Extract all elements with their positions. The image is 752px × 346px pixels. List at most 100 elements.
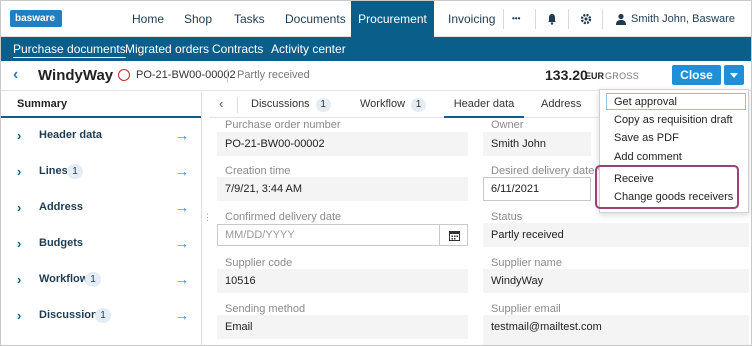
supplier-title: WindyWay (38, 67, 114, 84)
tab-discussions[interactable]: Discussions 1 (251, 92, 331, 118)
summary-tab-label: Summary (17, 98, 68, 110)
tab-label: Workflow (360, 98, 406, 110)
drag-handle-icon[interactable]: ⋮ (203, 212, 212, 223)
back-chevron-icon[interactable]: ‹ (13, 66, 18, 84)
tab-label: Address (541, 98, 582, 110)
user-menu[interactable]: Smith John, Basware Oyj (631, 1, 751, 61)
date-placeholder: MM/DD/YYYY (225, 229, 295, 241)
sending-method-field: Email (217, 315, 468, 339)
header-divider (227, 69, 228, 83)
highlighted-menu-group (595, 165, 739, 209)
summary-tab[interactable]: Summary (1, 92, 201, 118)
detail-tabs: ‹ Discussions 1 Workflow 1 Header data Add… (209, 92, 599, 118)
tab-label: Header data (453, 98, 515, 110)
gear-icon[interactable] (580, 13, 592, 25)
secondary-navigation: Purchase documents Migrated orders Contr… (1, 37, 751, 61)
status-label: Status (491, 211, 523, 223)
document-header: ‹ WindyWay PO-21-BW00-00002 Partly recei… (1, 61, 751, 91)
chevron-left-icon[interactable]: ‹ (219, 96, 223, 111)
calendar-icon (449, 231, 460, 241)
arrow-right-icon[interactable]: → (175, 163, 189, 179)
basware-logo[interactable]: basware (10, 10, 62, 27)
document-status: Partly received (237, 69, 310, 81)
menu-item-copy-as-requisition-draft[interactable]: Copy as requisition draft (614, 114, 733, 126)
nav-divider (568, 9, 569, 29)
menu-item-save-as-pdf[interactable]: Save as PDF (614, 132, 679, 144)
confirmed-delivery-date-input[interactable]: MM/DD/YYYY (217, 224, 468, 246)
summary-item-label: Address (39, 201, 84, 213)
tab-label: Discussions (251, 98, 310, 110)
close-button[interactable]: Close (672, 65, 721, 85)
chevron-right-icon: › (17, 128, 22, 143)
more-actions-button[interactable] (724, 65, 744, 85)
nav-divider (503, 9, 504, 29)
nav-divider (535, 9, 536, 29)
subnav-activity-center[interactable]: Activity center (271, 37, 346, 61)
summary-item-address[interactable]: › Address → (1, 190, 201, 226)
arrow-right-icon[interactable]: → (175, 235, 189, 251)
user-icon (616, 13, 626, 25)
supplier-name-field: WindyWay (483, 269, 749, 293)
currency: EUR (585, 71, 605, 81)
arrow-right-icon[interactable]: → (175, 199, 189, 215)
menu-item-add-comment[interactable]: Add comment (614, 151, 682, 163)
subnav-contracts[interactable]: Contracts (212, 37, 263, 61)
tab-header-data[interactable]: Header data (444, 92, 524, 118)
summary-item-budgets[interactable]: › Budgets → (1, 226, 201, 262)
summary-item-lines[interactable]: › Lines 1 → (1, 154, 201, 190)
desired-delivery-date-input[interactable]: 6/11/2021 (483, 177, 591, 201)
nav-divider (602, 9, 603, 29)
summary-item-label: Budgets (39, 237, 83, 249)
supplier-email-field: testmail@mailtest.com (483, 315, 749, 345)
chevron-right-icon: › (17, 272, 22, 287)
arrow-right-icon[interactable]: → (175, 307, 189, 323)
purchase-order-icon (118, 69, 130, 81)
chevron-right-icon: › (17, 236, 22, 251)
nav-shop[interactable]: Shop (184, 1, 212, 37)
tab-workflow[interactable]: Workflow 1 (360, 92, 427, 118)
confirmed-delivery-date-label: Confirmed delivery date (225, 211, 342, 223)
supplier-code-field: 10516 (217, 269, 468, 293)
nav-documents[interactable]: Documents (285, 1, 346, 37)
count-badge: 1 (67, 164, 83, 179)
arrow-right-icon[interactable]: → (175, 127, 189, 143)
tab-divider (237, 97, 238, 113)
total-amount: 133.20 (545, 67, 588, 83)
summary-item-discussions[interactable]: › Discussions 1 → (1, 298, 201, 334)
panel-splitter[interactable]: ⋮ (201, 92, 212, 346)
chevron-right-icon: › (17, 200, 22, 215)
po-number: PO-21-BW00-00002 (136, 69, 236, 81)
count-badge: 1 (411, 98, 427, 112)
nav-tasks[interactable]: Tasks (234, 1, 265, 37)
menu-item-get-approval[interactable]: Get approval (614, 96, 677, 108)
more-menu-icon[interactable]: ••• (512, 1, 520, 37)
summary-item-header-data[interactable]: › Header data → (1, 118, 201, 154)
calendar-button[interactable] (439, 225, 467, 245)
nav-invoicing[interactable]: Invoicing (448, 1, 495, 37)
amount-type: GROSS (605, 71, 640, 81)
po-number-field: PO-21-BW00-00002 (217, 132, 468, 156)
summary-item-label: Lines (39, 165, 68, 177)
creation-time-label: Creation time (225, 165, 291, 177)
bell-icon[interactable] (546, 13, 558, 25)
summary-item-label: Header data (39, 129, 102, 141)
chevron-right-icon: › (17, 308, 22, 323)
subnav-purchase-documents[interactable]: Purchase documents (13, 37, 126, 61)
count-badge: 1 (95, 308, 111, 323)
chevron-right-icon: › (17, 164, 22, 179)
tab-address[interactable]: Address (541, 92, 581, 118)
subnav-migrated-orders[interactable]: Migrated orders (125, 37, 209, 61)
arrow-right-icon[interactable]: → (175, 271, 189, 287)
po-number-label: Purchase order number (225, 119, 341, 131)
nav-home[interactable]: Home (132, 1, 164, 37)
summary-item-workflow[interactable]: › Workflow 1 → (1, 262, 201, 298)
status-field: Partly received (483, 223, 749, 247)
top-navigation: basware Home Shop Tasks Documents Procur… (1, 1, 751, 61)
nav-procurement[interactable]: Procurement (351, 1, 434, 37)
count-badge: 1 (315, 98, 331, 112)
supplier-code-label: Supplier code (225, 257, 293, 269)
sending-method-label: Sending method (225, 303, 306, 315)
owner-field: Smith John (483, 132, 591, 156)
creation-time-field: 7/9/21, 3:44 AM (217, 177, 468, 201)
count-badge: 1 (85, 272, 101, 287)
